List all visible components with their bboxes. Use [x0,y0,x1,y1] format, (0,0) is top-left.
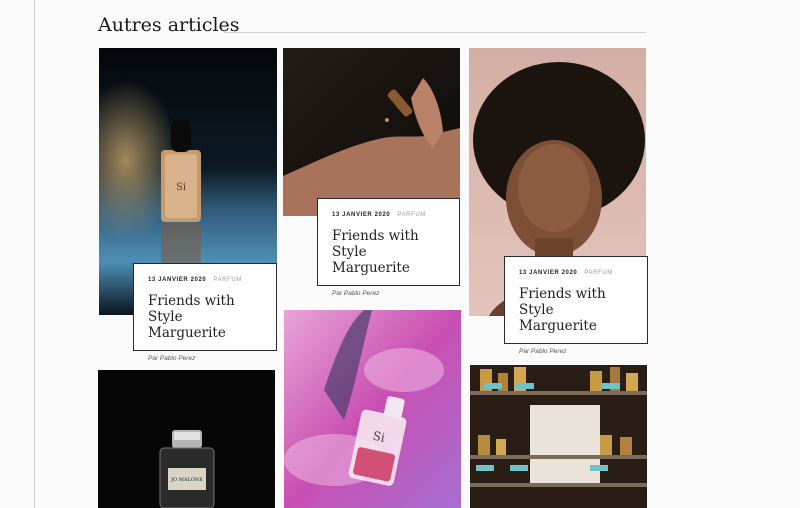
article-image-jo-malone-bottle[interactable]: JO MALONE [98,370,275,508]
article-date: 13 JANVIER 2020 [148,277,207,283]
bottle-label: JO MALONE [170,477,203,483]
article-card[interactable]: 13 JANVIER 2020 PARFUM Friends with Style… [283,48,460,297]
article-card[interactable]: 13 JANVIER 2020 PARFUM Friends with Style… [469,48,648,355]
article-caption[interactable]: 13 JANVIER 2020 PARFUM Friends with Style… [504,256,648,355]
article-meta: 13 JANVIER 2020 PARFUM [519,270,633,276]
article-card[interactable] [470,365,647,508]
left-divider [34,0,35,508]
article-meta: 13 JANVIER 2020 PARFUM [332,212,445,218]
title-divider [224,32,646,33]
article-caption[interactable]: 13 JANVIER 2020 PARFUM Friends with Style… [317,198,460,297]
article-title[interactable]: Friends with Style Marguerite [332,228,447,276]
article-author: Par Pablo Perez [519,348,567,355]
article-title[interactable]: Friends with Style Marguerite [519,286,634,334]
article-category[interactable]: PARFUM [213,277,242,283]
article-author: Par Pablo Perez [332,290,380,297]
article-image-hands-dropper[interactable] [283,48,460,216]
article-meta: 13 JANVIER 2020 PARFUM [148,277,262,283]
article-date: 13 JANVIER 2020 [332,212,391,218]
article-author: Par Pablo Perez [148,355,196,362]
article-card[interactable]: Si [284,310,461,508]
article-card[interactable]: JO MALONE [98,370,275,508]
article-card[interactable]: Si 13 JANVIER 2020 PARFUM Friends with St… [99,48,277,362]
article-title[interactable]: Friends with Style Marguerite [148,293,263,341]
article-image-perfume-in-pink-water[interactable]: Si [284,310,461,508]
article-image-perfume-shop-shelves[interactable] [470,365,647,508]
article-caption[interactable]: 13 JANVIER 2020 PARFUM Friends with Style… [133,263,277,362]
article-date: 13 JANVIER 2020 [519,270,578,276]
article-category[interactable]: PARFUM [397,212,426,218]
article-category[interactable]: PARFUM [584,270,613,276]
svg-text:Si: Si [176,182,186,193]
section-title: Autres articles [98,14,240,36]
